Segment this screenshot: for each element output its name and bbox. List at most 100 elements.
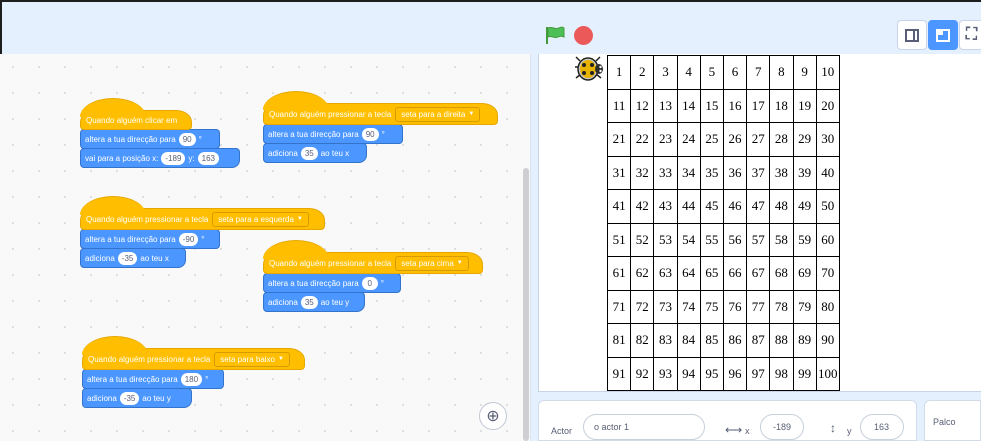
hat-block-key-pressed[interactable]: Quando alguém pressionar a tecla seta pa… [80,196,325,230]
script-green-flag[interactable]: Quando alguém clicar em altera a tua dir… [80,98,240,168]
change-input[interactable]: -35 [117,251,138,265]
direction-input[interactable]: -90 [178,232,199,246]
script-right-arrow[interactable]: Quando alguém pressionar a tecla seta pa… [263,91,498,163]
change-input[interactable]: 35 [300,295,318,309]
y-position-field[interactable]: 163 [860,414,904,440]
stage-selector-panel[interactable]: Palco [924,400,981,441]
grid-cell: 64 [676,256,701,291]
sprite-name-field[interactable]: o actor 1 [583,414,705,440]
x-position-field[interactable]: -189 [760,414,804,440]
grid-cell: 84 [676,323,701,358]
grid-row: 1 2 3 4 5 6 7 8 9 10 [606,55,840,90]
hat-block-key-pressed[interactable]: Quando alguém pressionar a tecla seta pa… [263,91,498,125]
grid-cell: 98 [769,356,794,391]
green-flag-icon[interactable] [545,26,565,44]
large-stage-icon [936,28,950,42]
hat-block-key-pressed[interactable]: Quando alguém pressionar a tecla seta pa… [82,336,305,370]
grid-cell: 5 [699,55,724,90]
hat-block-when-clicked[interactable]: Quando alguém clicar em [80,98,192,130]
grid-cell: 96 [722,356,748,391]
grid-cell: 55 [699,222,724,257]
go-to-xy-block[interactable]: vai para a posição x: -189 y: 163 [80,148,240,168]
block-label: altera a tua direcção para [85,134,176,144]
grid-cell: 12 [630,88,655,123]
hat-label: Quando alguém pressionar a tecla [269,109,392,119]
key-dropdown[interactable]: seta para a direita ▼ [395,106,481,122]
key-dropdown[interactable]: seta para cima ▼ [395,255,469,271]
ladybug-sprite-icon[interactable] [574,56,606,84]
key-dropdown-value: seta para cima [401,258,454,268]
grid-cell: 41 [606,189,632,224]
change-x-block[interactable]: adiciona -35 ao teu x [80,248,186,268]
grid-cell: 17 [746,88,771,123]
grid-cell: 8 [769,55,794,90]
point-direction-block[interactable]: altera a tua direcção para 0 ° [263,273,401,293]
change-input[interactable]: 35 [300,146,318,160]
grid-cell: 68 [769,256,794,291]
zoom-in-button[interactable]: ⊕ [479,402,507,430]
fullscreen-button[interactable]: ⛶ [959,20,981,50]
y-label: y: [188,153,195,163]
small-stage-button[interactable] [897,20,927,50]
grid-cell: 54 [676,222,701,257]
stop-icon[interactable] [574,26,593,45]
grid-cell: 13 [653,88,678,123]
direction-input[interactable]: 0 [361,276,378,290]
x-arrows-icon: ⟷ [725,423,743,437]
grid-cell: 15 [699,88,724,123]
y-arrows-icon: ↕ [830,421,836,435]
hat-block-key-pressed[interactable]: Quando alguém pressionar a tecla seta pa… [263,240,483,274]
code-area[interactable]: Quando alguém clicar em altera a tua dir… [0,54,531,441]
grid-cell: 34 [676,155,701,190]
grid-row: 51 52 53 54 55 56 57 58 59 60 [606,222,840,257]
grid-cell: 22 [630,122,655,157]
grid-cell: 57 [746,222,771,257]
sprite-info-panel: Actor o actor 1 ⟷ x -189 ↕ y 163 [538,400,917,441]
key-dropdown[interactable]: seta para a esquerda ▼ [212,211,309,227]
grid-cell: 70 [815,256,840,291]
point-direction-block[interactable]: altera a tua direcção para 90 ° [80,129,220,149]
grid-cell: 24 [676,122,701,157]
point-direction-block[interactable]: altera a tua direcção para 90 ° [263,124,403,144]
change-y-block[interactable]: adiciona -35 ao teu y [82,388,192,408]
code-area-scrollbar[interactable] [523,168,529,441]
script-up-arrow[interactable]: Quando alguém pressionar a tecla seta pa… [263,240,483,312]
grid-cell: 88 [769,323,794,358]
x-input[interactable]: -189 [161,151,186,165]
grid-cell: 43 [653,189,678,224]
point-direction-block[interactable]: altera a tua direcção para -90 ° [80,229,220,249]
script-down-arrow[interactable]: Quando alguém pressionar a tecla seta pa… [82,336,305,408]
grid-cell: 58 [769,222,794,257]
degree-label: ° [381,129,385,139]
block-label: altera a tua direcção para [268,278,359,288]
number-grid: 1 2 3 4 5 6 7 8 9 10 11 12 13 14 15 16 17 18 19 20 21 22 23 24 2… [606,55,840,391]
block-suffix: ao teu y [320,297,350,307]
grid-cell: 81 [606,323,632,358]
grid-cell: 69 [792,256,817,291]
point-direction-block[interactable]: altera a tua direcção para 180 ° [82,369,224,389]
direction-input[interactable]: 90 [361,127,379,141]
grid-cell: 87 [746,323,771,358]
grid-cell: 90 [815,323,840,358]
change-input[interactable]: -35 [119,391,140,405]
grid-cell: 51 [606,222,632,257]
grid-cell: 56 [722,222,748,257]
grid-cell: 67 [746,256,771,291]
hat-label: Quando alguém pressionar a tecla [86,214,209,224]
grid-cell: 46 [722,189,748,224]
grid-cell: 25 [699,122,724,157]
degree-label: ° [380,278,384,288]
y-input[interactable]: 163 [197,151,219,165]
block-suffix: ao teu x [320,148,350,158]
direction-input[interactable]: 90 [178,132,196,146]
change-x-block[interactable]: adiciona 35 ao teu x [263,143,367,163]
large-stage-button[interactable] [928,20,958,50]
direction-input[interactable]: 180 [180,372,203,386]
change-y-block[interactable]: adiciona 35 ao teu y [263,292,365,312]
grid-cell: 49 [792,189,817,224]
degree-label: ° [205,374,209,384]
key-dropdown[interactable]: seta para baixo ▼ [214,351,290,367]
grid-cell: 89 [792,323,817,358]
grid-cell: 63 [653,256,678,291]
grid-row: 31 32 33 34 35 36 37 38 39 40 [606,155,840,190]
